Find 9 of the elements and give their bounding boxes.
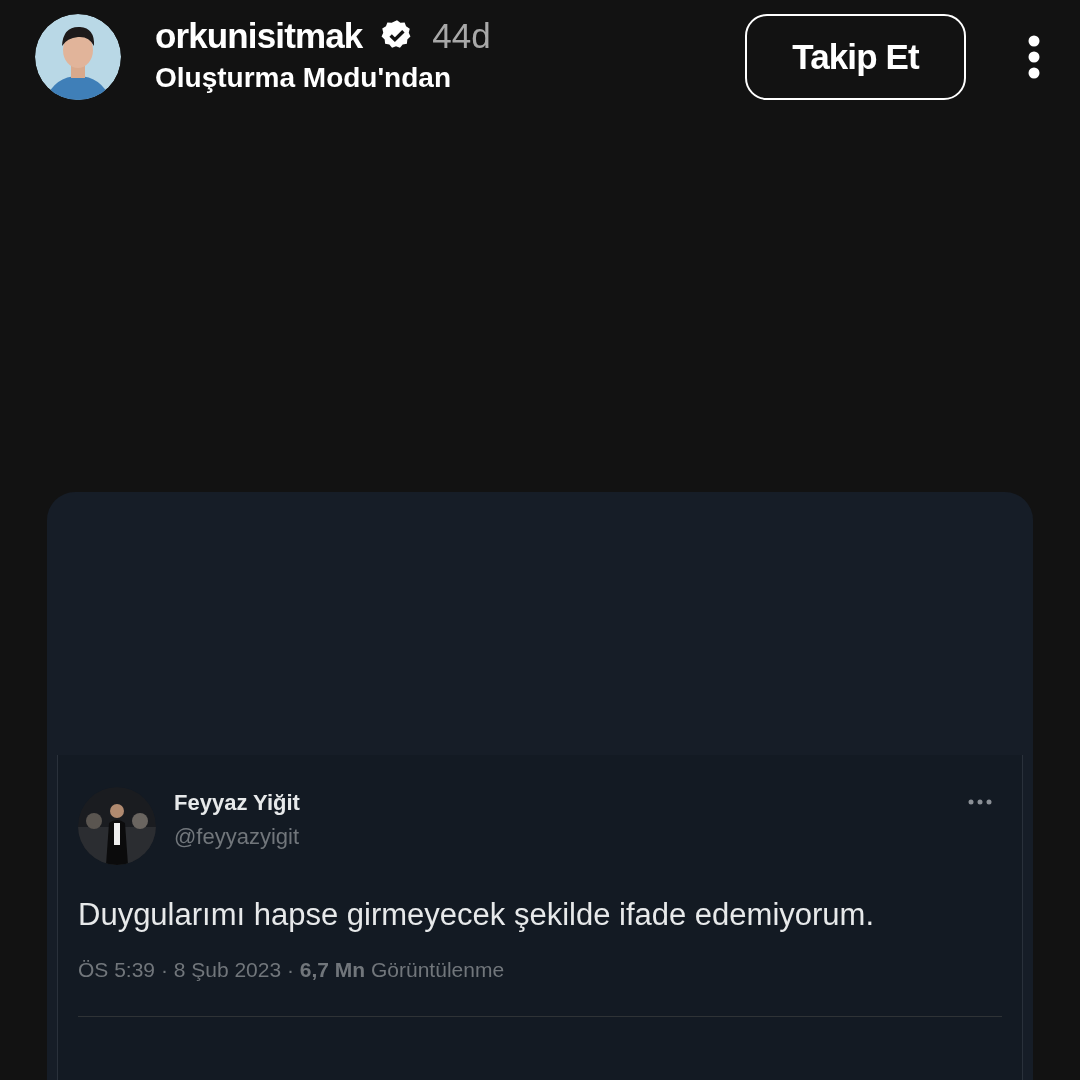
tweet-text: Duygularımı hapse girmeyecek şekilde ifade edemiyorum.	[78, 896, 876, 934]
username[interactable]: orkunisitmak	[155, 17, 363, 53]
post-time: 44d	[432, 17, 491, 53]
follow-button[interactable]: Takip Et	[745, 14, 966, 100]
more-options-icon[interactable]	[1028, 35, 1040, 79]
tweet-meta: ÖS 5:39 · 8 Şub 2023 · 6,7 Mn Görüntülenme	[78, 957, 506, 984]
tweet-author-name: Feyyaz Yiğit	[174, 789, 300, 817]
tweet-author-handle: @feyyazyigit	[174, 822, 300, 850]
post-subtitle: Oluşturma Modu'ndan	[155, 61, 452, 95]
